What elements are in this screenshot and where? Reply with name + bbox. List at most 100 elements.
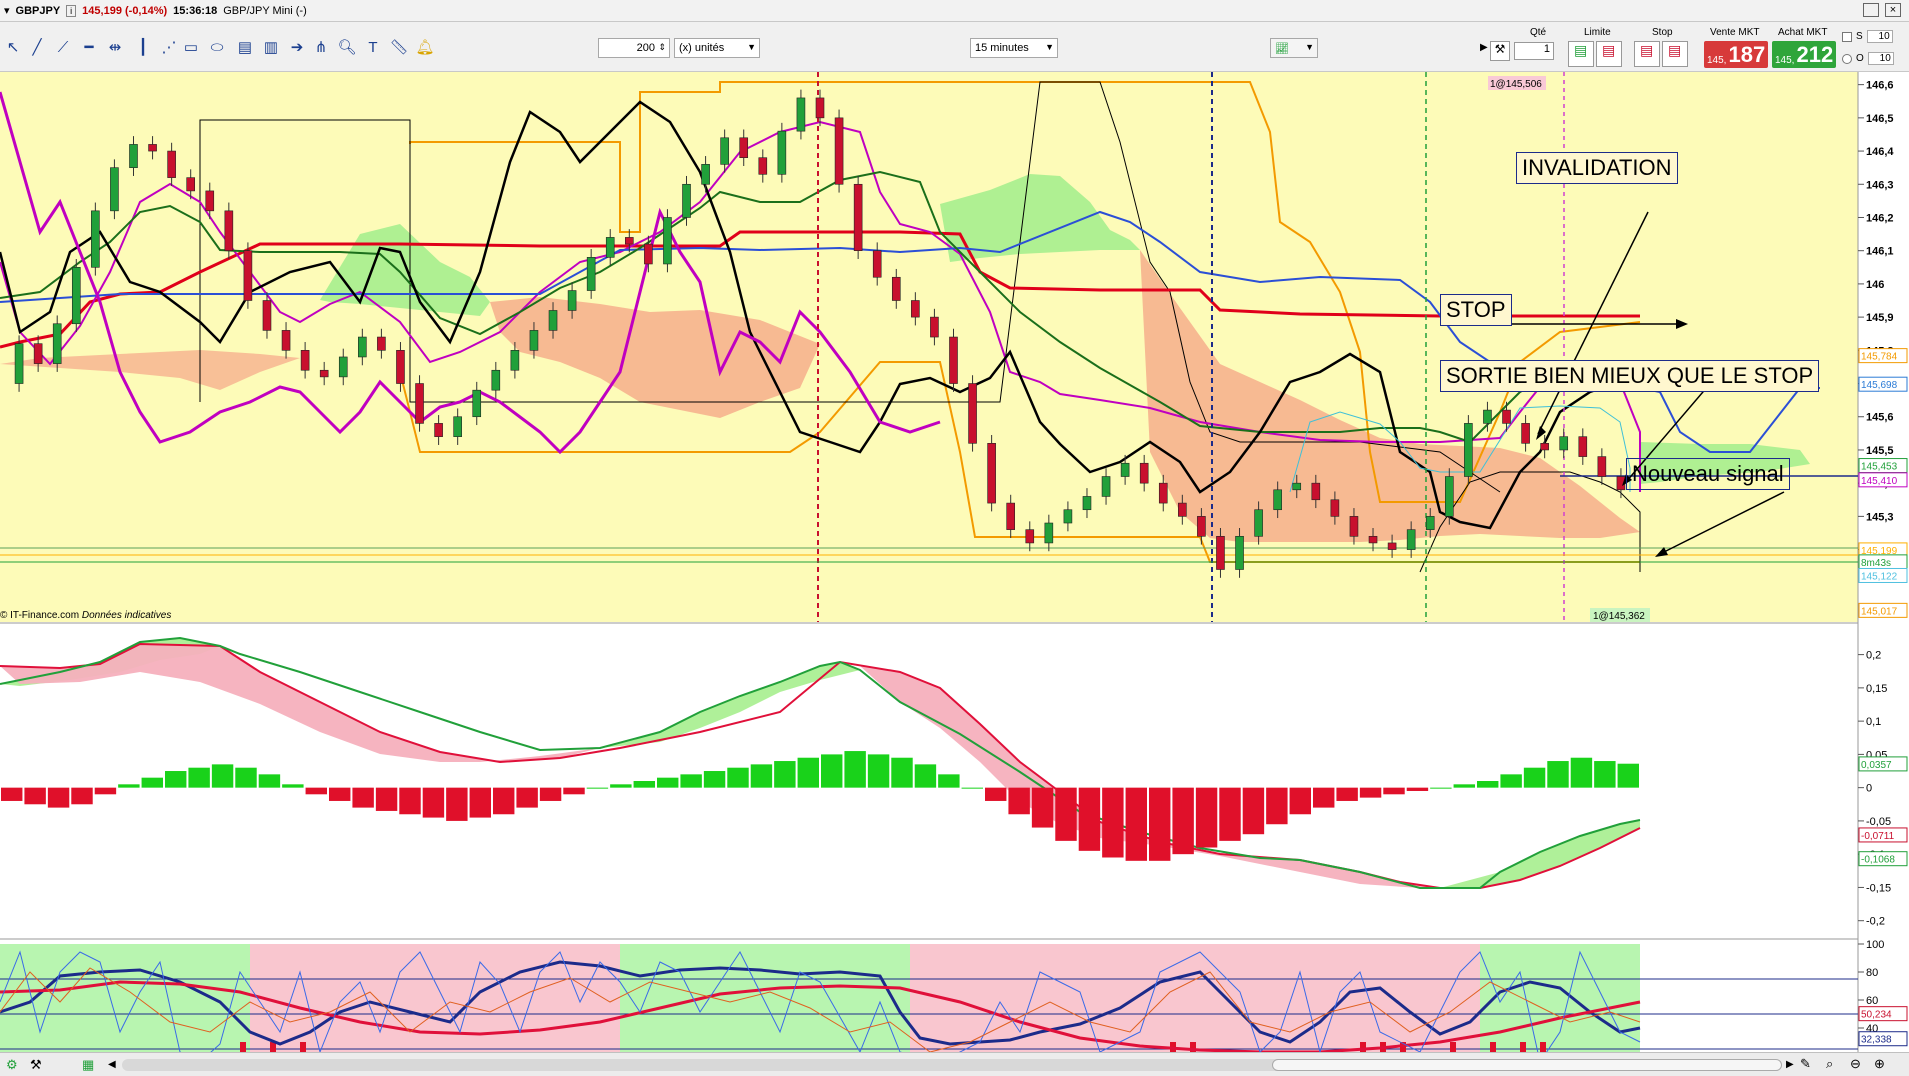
candle-body: [682, 183, 691, 218]
scroll-left-icon[interactable]: ◀: [108, 1059, 116, 1070]
chart-area[interactable]: 146,6 146,5 146,4 146,3 146,2 146,1 146 145,9 14…: [0, 72, 1909, 1052]
o-checkbox[interactable]: [1842, 53, 1852, 64]
s-checkbox[interactable]: [1842, 31, 1852, 42]
channel-icon[interactable]: ▥: [260, 36, 282, 58]
candle-body: [1006, 502, 1015, 530]
macd-bar: [329, 787, 351, 801]
menu-arrow-icon[interactable]: ▾: [4, 4, 10, 17]
data-credit: © IT-Finance.com Données indicatives: [0, 610, 171, 621]
stoch-tick-label: 100: [1866, 939, 1884, 951]
candle-body: [1540, 443, 1549, 451]
candle-body: [1158, 482, 1168, 504]
macd-bar: [1383, 787, 1405, 795]
units-input[interactable]: 200 ⇕: [598, 38, 670, 58]
sell-label: Vente MKT: [1710, 27, 1760, 38]
annotation-exit[interactable]: SORTIE BIEN MIEUX QUE LE STOP: [1440, 360, 1820, 392]
info-icon[interactable]: i: [66, 4, 77, 17]
price-tick-label: 146,4: [1866, 146, 1894, 158]
annotation-invalidation[interactable]: INVALIDATION: [1516, 152, 1678, 184]
horizontal-scrollbar[interactable]: [122, 1059, 1782, 1071]
qty-input[interactable]: 1: [1514, 42, 1554, 60]
chart-style-select[interactable]: 📈︎ ▼: [1270, 38, 1318, 58]
settings-icon[interactable]: ⚒: [30, 1057, 42, 1073]
stoch-signal-bar: [1520, 1042, 1526, 1052]
sell-market-button[interactable]: 145, 187: [1704, 41, 1768, 68]
buy-market-button[interactable]: 145, 212: [1772, 41, 1836, 68]
candle-body: [663, 217, 672, 265]
stop-sell-button[interactable]: ▤: [1662, 41, 1688, 67]
layers-icon[interactable]: ▦: [82, 1057, 94, 1073]
wrench-icon[interactable]: ⚒: [1490, 41, 1510, 61]
cursor-icon[interactable]: ↖: [2, 36, 24, 58]
candle-body: [586, 257, 596, 291]
stoch-tick-label: 80: [1866, 967, 1878, 979]
candle-body: [129, 144, 138, 168]
fibonacci-icon[interactable]: ▤: [234, 36, 256, 58]
macd-bar: [1242, 787, 1265, 835]
arrow-icon[interactable]: ➔: [286, 36, 308, 58]
candle-body: [52, 323, 62, 364]
stop-buy-button[interactable]: ▤: [1634, 41, 1660, 67]
scrollbar-thumb[interactable]: [1272, 1059, 1782, 1071]
macd-label: -0,1068: [1861, 855, 1895, 866]
candle-body: [968, 383, 977, 444]
macd-bar: [727, 767, 749, 788]
ray-icon[interactable]: ⟋: [52, 36, 74, 58]
annotation-stop[interactable]: STOP: [1440, 294, 1512, 326]
alert-icon[interactable]: 🔔︎: [414, 36, 436, 58]
candle-body: [33, 343, 43, 364]
vline-icon[interactable]: ┃: [132, 36, 154, 58]
macd-bar: [446, 787, 468, 821]
macd-bar: [586, 787, 609, 789]
zoom-icon[interactable]: 🔍︎: [336, 36, 358, 58]
price-tick-label: 146,6: [1866, 80, 1894, 92]
candle-body: [644, 243, 653, 265]
fan-icon[interactable]: ⋰: [158, 36, 180, 58]
annotation-new-signal[interactable]: Nouveau signal: [1626, 458, 1790, 490]
candle-body: [777, 130, 787, 175]
ruler-icon[interactable]: 📏︎: [388, 36, 410, 58]
pencil-icon[interactable]: ✎: [1800, 1056, 1811, 1072]
text-icon[interactable]: T: [362, 36, 384, 58]
hline-icon[interactable]: ━: [78, 36, 100, 58]
candle-body: [625, 237, 634, 245]
rectangle-icon[interactable]: ▭: [180, 36, 202, 58]
segment-icon[interactable]: ⇹: [104, 36, 126, 58]
limit-sell-button[interactable]: ▤: [1596, 41, 1622, 67]
stop-sell-icon: ▤: [1668, 42, 1682, 58]
candle-body: [1120, 462, 1130, 477]
s-value[interactable]: 10: [1866, 30, 1893, 43]
price-tick-label: 146,3: [1866, 179, 1894, 191]
macd-bar: [1078, 787, 1101, 851]
zoom-fit-icon[interactable]: ⌕: [1826, 1056, 1833, 1072]
indicator-add-icon[interactable]: ⚙: [6, 1057, 18, 1073]
zoom-in-icon[interactable]: ⊕: [1874, 1056, 1885, 1072]
pitchfork-icon[interactable]: ⋔: [310, 36, 332, 58]
close-icon[interactable]: ×: [1885, 3, 1901, 17]
trendline-icon[interactable]: ╱: [26, 36, 48, 58]
macd-bar: [1289, 787, 1311, 815]
order-panel: Qté ▶ ⚒ 1 Limite ▤ ▤ Stop ▤ ▤ Vente MKT …: [1480, 24, 1840, 72]
timeframe-select[interactable]: 15 minutes ▼: [970, 38, 1058, 58]
macd-bar: [1149, 787, 1171, 861]
macd-bar: [118, 784, 140, 788]
o-value[interactable]: 10: [1867, 52, 1894, 65]
price-label: 8m43s: [1861, 558, 1891, 569]
zoom-out-icon[interactable]: ⊖: [1850, 1056, 1861, 1072]
sell-price-big: 187: [1728, 42, 1766, 67]
limit-buy-button[interactable]: ▤: [1568, 41, 1594, 67]
candle-body: [911, 300, 920, 318]
candle-body: [1483, 409, 1492, 424]
stoch-signal-bar: [300, 1042, 306, 1052]
ellipse-icon[interactable]: ⬭: [206, 36, 228, 58]
units-select[interactable]: (x) unités ▼: [674, 38, 760, 58]
minimize-icon[interactable]: [1863, 3, 1879, 17]
candle-body: [720, 137, 729, 165]
macd-bar: [211, 764, 234, 788]
scroll-right-icon[interactable]: ▶: [1786, 1059, 1794, 1070]
macd-tick-label: -0,2: [1866, 916, 1885, 928]
macd-bar: [1266, 787, 1288, 825]
macd-tick-label: 0,1: [1866, 716, 1881, 728]
collapse-arrow-icon[interactable]: ▶: [1480, 42, 1488, 53]
chart-style-icon: 📈︎: [1275, 42, 1289, 55]
